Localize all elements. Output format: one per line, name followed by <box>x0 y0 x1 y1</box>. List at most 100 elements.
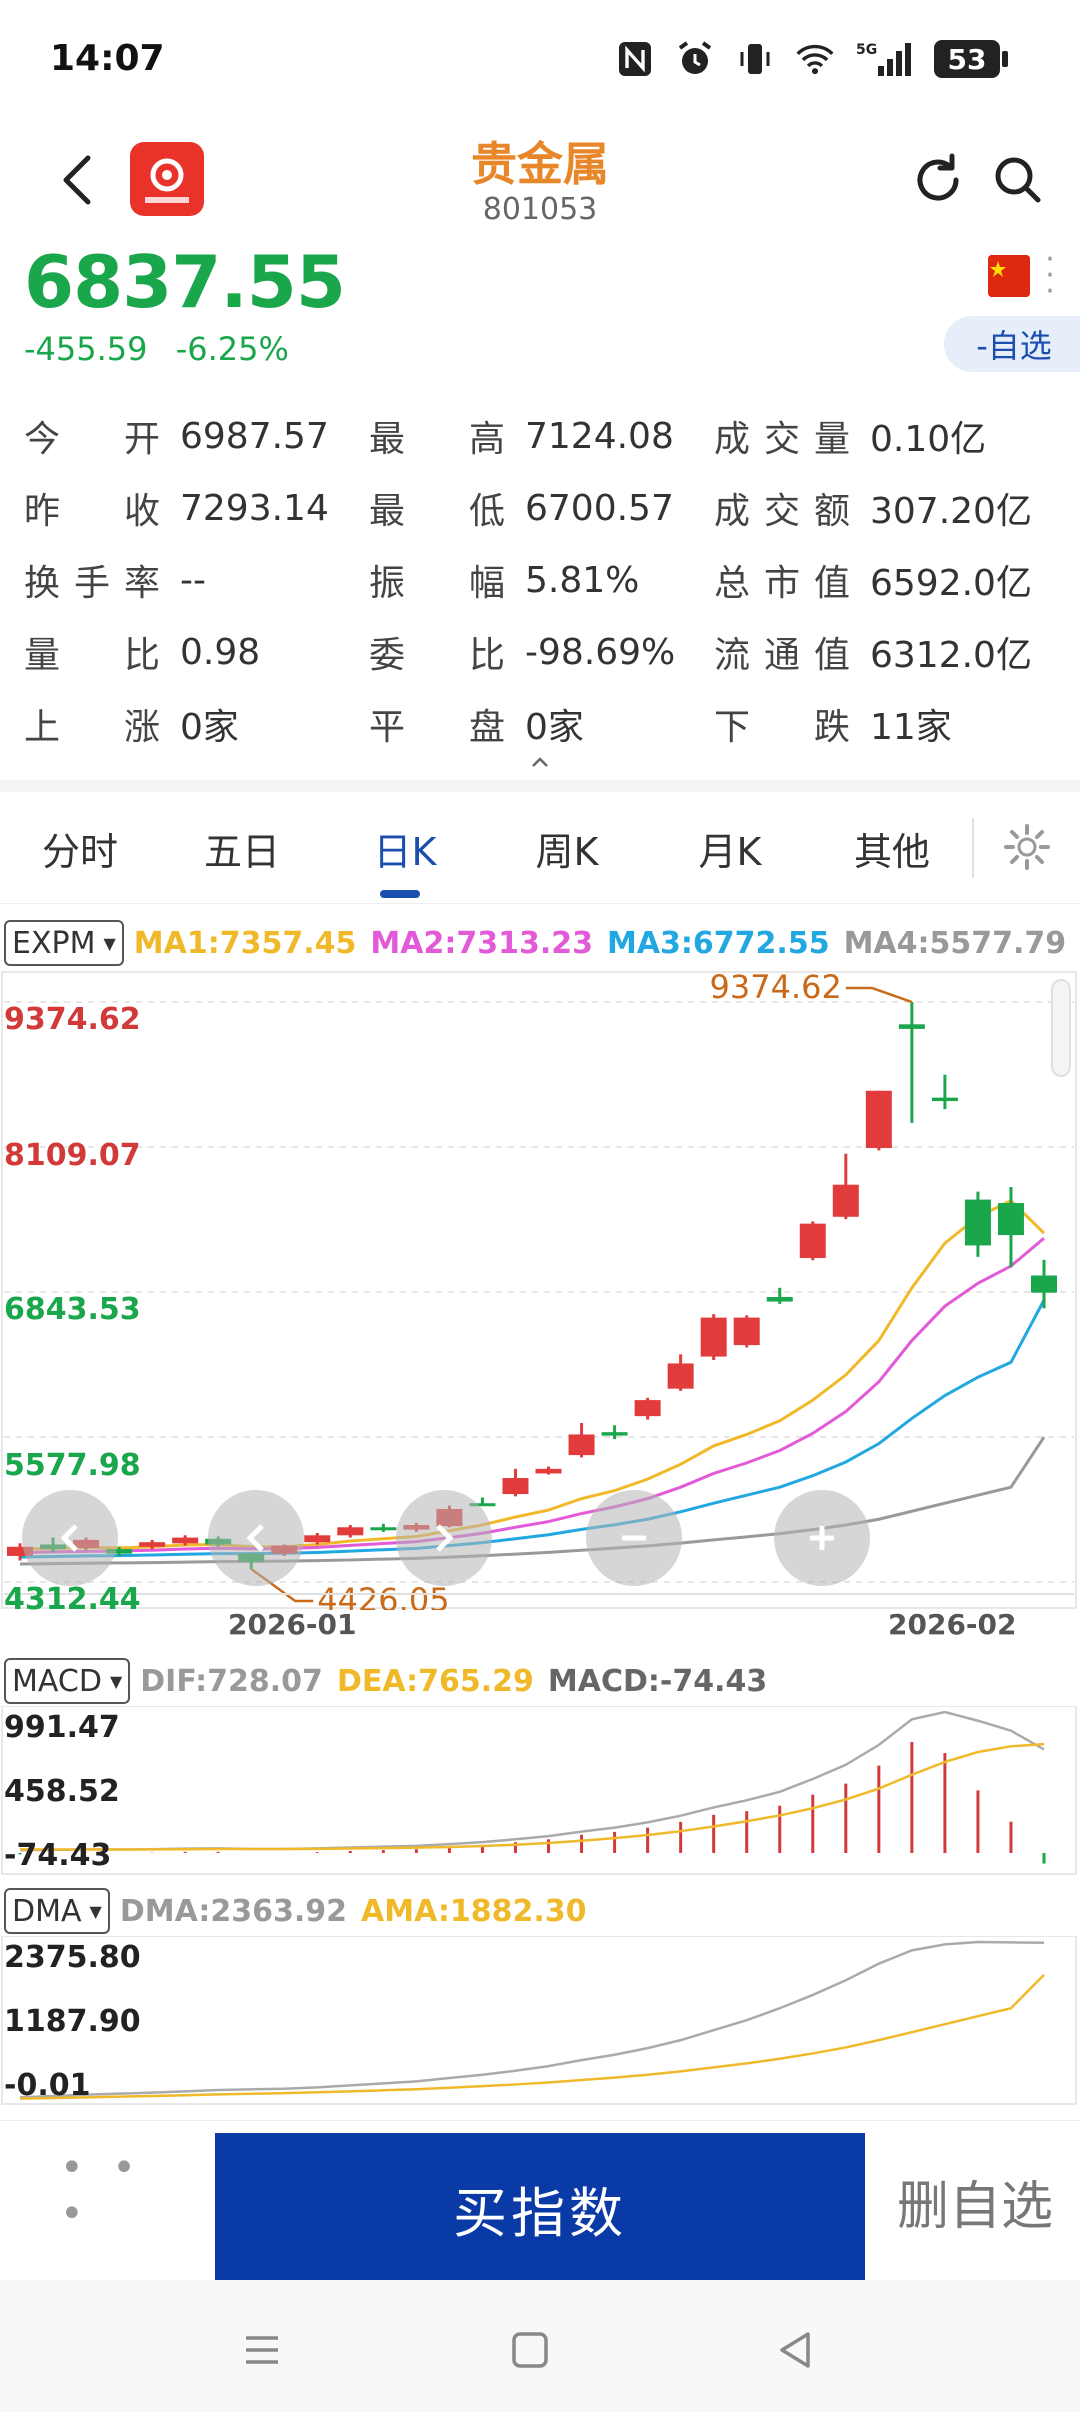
stat-label: 量比 <box>24 635 160 676</box>
remove-watchlist-button[interactable]: -自选 <box>944 316 1080 372</box>
stat-label: 流通值 <box>714 635 850 676</box>
chart-scroll-back-button[interactable] <box>208 1490 304 1586</box>
back-nav-button[interactable] <box>766 2320 826 2380</box>
macd-chart[interactable] <box>0 1706 1080 1876</box>
stat-label: 成交量 <box>714 419 850 460</box>
status-time: 14:07 <box>50 38 165 79</box>
stat-item: 今开 6987.57 <box>24 410 369 462</box>
candle-body <box>370 1527 397 1531</box>
macd-y-tick: 458.52 <box>4 1774 120 1809</box>
china-flag-icon[interactable] <box>988 255 1030 297</box>
indicator-value: MA3:6772.55 <box>606 925 830 961</box>
y-tick-label: 5577.98 <box>4 1448 141 1483</box>
chart-scroll-left-button[interactable] <box>22 1490 118 1586</box>
x-tick-label: 2026-01 <box>228 1608 357 1641</box>
chart-scroll-forward-button[interactable] <box>396 1490 492 1586</box>
stat-value: 0家 <box>180 707 239 748</box>
macd-indicator-select[interactable]: MACD ▼ <box>4 1658 131 1704</box>
stat-item: 振幅 5.81% <box>369 554 714 606</box>
stat-item: 委比 -98.69% <box>369 626 714 678</box>
stats-row: 上涨 0家 平盘 0家 下跌 11家 <box>24 688 1064 760</box>
dma-indicator-name: DMA <box>12 1893 82 1929</box>
stats-row: 昨收 7293.14 最低 6700.57 成交额 307.20亿 <box>24 472 1064 544</box>
back-triangle-icon <box>780 2332 810 2368</box>
dma-indicator-select[interactable]: DMA ▼ <box>4 1888 110 1934</box>
tab-3[interactable]: 周K <box>492 792 642 904</box>
candle-body <box>700 1317 727 1357</box>
low-annotation-label: 4426.05 <box>317 1581 449 1610</box>
more-actions-button[interactable]: • • • <box>60 2145 160 2237</box>
stat-label: 下跌 <box>714 707 850 748</box>
tab-2[interactable]: 日K <box>330 792 480 904</box>
stat-item: 总市值 6592.0亿 <box>714 554 1059 606</box>
high-annotation-label: 9374.62 <box>710 970 842 1006</box>
stats-row: 今开 6987.57 最高 7124.08 成交量 0.10亿 <box>24 400 1064 472</box>
dif-line <box>19 1710 1045 1852</box>
ma-line-ma2 <box>19 1237 1045 1554</box>
candle-body <box>535 1468 562 1474</box>
tab-0[interactable]: 分时 <box>5 792 155 904</box>
dropdown-icon: ▼ <box>103 933 116 953</box>
stat-label: 最低 <box>369 491 505 532</box>
stat-label: 今开 <box>24 419 160 460</box>
stat-value: 6700.57 <box>525 487 674 529</box>
candle-body <box>304 1535 331 1543</box>
stats-grid: 今开 6987.57 最高 7124.08 成交量 0.10亿昨收 7293.14 最低 670… <box>24 400 1064 760</box>
candle-body <box>568 1434 595 1456</box>
refresh-icon <box>917 153 959 201</box>
y-tick-label: 9374.62 <box>4 1002 141 1037</box>
home-nav-button[interactable] <box>500 2320 560 2380</box>
status-icons: 5G 53 <box>616 40 1008 78</box>
chevron-left-icon <box>246 1524 264 1552</box>
current-price: 6837.55 <box>24 240 346 324</box>
indicator-value: DEA:765.29 <box>336 1663 534 1699</box>
more-options-icon[interactable]: · · · <box>1040 245 1060 307</box>
indicator-value: AMA:1882.30 <box>361 1893 587 1929</box>
stat-value: 5.81% <box>525 559 640 601</box>
indicator-value: MA2:7313.23 <box>370 925 593 961</box>
x-tick-label: 2026-02 <box>888 1608 1017 1641</box>
candle-body <box>139 1542 166 1547</box>
candle-body <box>733 1317 760 1346</box>
delete-watchlist-button[interactable]: 删自选 <box>880 2161 1070 2241</box>
candle-body <box>766 1296 793 1302</box>
tab-1[interactable]: 五日 <box>167 792 317 904</box>
stat-item: 平盘 0家 <box>369 698 714 750</box>
collapse-caret-icon[interactable] <box>530 752 550 772</box>
zoom-out-button[interactable] <box>586 1490 682 1586</box>
stat-label: 振幅 <box>369 563 505 604</box>
vibrate-icon <box>736 40 774 78</box>
stat-item: 量比 0.98 <box>24 626 369 678</box>
kline-indicator-header: EXPM ▼ MA1:7357.45 MA2:7313.23 MA3:6772.55 M… <box>4 918 1080 968</box>
chart-settings-button[interactable] <box>1002 822 1052 872</box>
menu-nav-button[interactable] <box>232 2320 292 2380</box>
zoom-in-button[interactable] <box>774 1490 870 1586</box>
gear-icon <box>1004 824 1050 870</box>
kline-chart[interactable]: 9374.62 4426.05 <box>0 970 1080 1610</box>
search-button[interactable] <box>988 150 1048 210</box>
stat-item: 昨收 7293.14 <box>24 482 369 534</box>
kline-indicator-select[interactable]: EXPM ▼ <box>4 920 124 966</box>
plus-icon <box>810 1526 834 1550</box>
status-bar: 14:07 5G 53 <box>0 0 1080 120</box>
dma-indicator-header: DMA ▼ DMA:2363.92 AMA:1882.30 <box>4 1886 600 1936</box>
dma-line <box>19 1940 1045 2099</box>
stat-value: 7293.14 <box>180 487 329 529</box>
buy-index-button[interactable]: 买指数 <box>215 2133 865 2283</box>
section-divider <box>0 780 1080 792</box>
dropdown-icon: ▼ <box>109 1671 123 1691</box>
ama-line <box>19 1973 1045 2100</box>
candle-body <box>634 1400 661 1417</box>
wifi-icon <box>796 40 834 78</box>
indicator-value: DIF:728.07 <box>140 1663 323 1699</box>
refresh-button[interactable] <box>908 150 968 210</box>
dma-chart[interactable] <box>0 1936 1080 2106</box>
candle-body <box>799 1223 826 1259</box>
chevron-right-icon <box>436 1524 454 1552</box>
svg-text:5G: 5G <box>856 42 877 58</box>
stat-item: 流通值 6312.0亿 <box>714 626 1059 678</box>
stat-label: 委比 <box>369 635 505 676</box>
tab-4[interactable]: 月K <box>655 792 805 904</box>
candle-body <box>865 1090 892 1149</box>
tab-5[interactable]: 其他 <box>817 792 967 904</box>
